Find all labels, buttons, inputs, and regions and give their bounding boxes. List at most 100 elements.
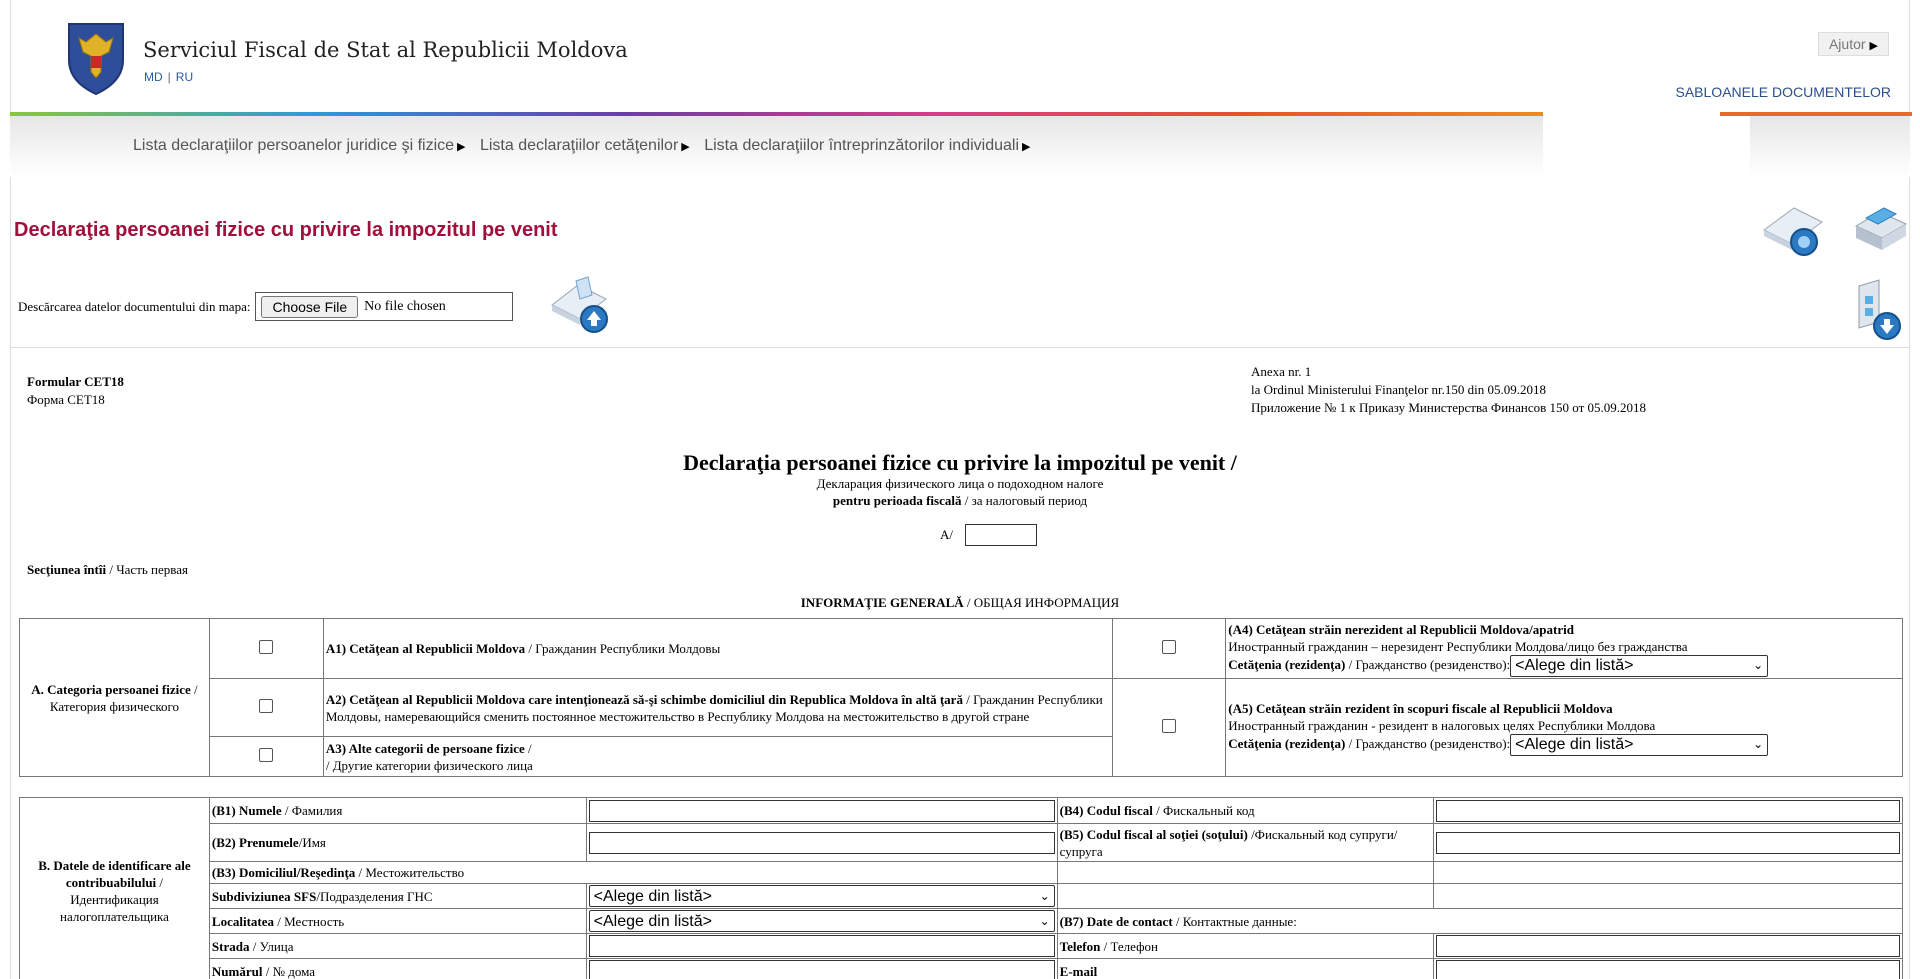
a3-checkbox[interactable] xyxy=(259,747,274,762)
lang-ru-link[interactable]: RU xyxy=(176,70,193,84)
b2-label-ru: /Имя xyxy=(298,835,326,850)
upload-label: Descărcarea datelor documentului din map… xyxy=(18,298,251,314)
a1-label-ru: / Гражданин Республики Молдовы xyxy=(525,641,721,656)
street-label-ru: / Улица xyxy=(249,938,294,954)
annex-line-2: la Ordinul Ministerului Finanţelor nr.15… xyxy=(1251,382,1547,397)
a5-citizenship-select[interactable]: <Alege din listă> ⌄ xyxy=(1510,733,1769,756)
a5-citizenship-bold: Cetăţenia (rezidenţa) xyxy=(1228,735,1346,751)
form-code-ro: Formular CET18 xyxy=(27,374,124,389)
fiscal-code-input[interactable] xyxy=(1436,799,1900,822)
b2-label-bold: (B2) Prenumele xyxy=(211,835,299,850)
nav-menu: Lista declaraţiilor persoanelor juridice… xyxy=(133,137,1040,155)
a4-cell: (A4) Cetăţean străin nerezident al Repub… xyxy=(1225,618,1903,679)
a1-checkbox[interactable] xyxy=(259,639,274,654)
a5-cell: (A5) Cetăţean străin rezident în scopuri… xyxy=(1225,678,1903,777)
email-input[interactable] xyxy=(1436,960,1900,979)
fiscal-year-input[interactable] xyxy=(965,524,1037,546)
b7-label-ru: / Контактные данные: xyxy=(1172,913,1297,929)
period-row: A/ xyxy=(940,524,1037,546)
section-a-table: A. Categoria persoanei fizice / Категори… xyxy=(19,618,1903,777)
general-info-ru: / ОБЩАЯ ИНФОРМАЦИЯ xyxy=(963,595,1120,610)
a2-checkbox[interactable] xyxy=(259,698,274,713)
page-title: Declaraţia persoanei fizice cu privire l… xyxy=(14,219,558,241)
section-a-label-sep: / xyxy=(190,681,198,697)
a4-citizenship-value: <Alege din listă> xyxy=(1515,657,1634,674)
document-templates-link[interactable]: SABLOANELE DOCUMENTELOR xyxy=(1676,84,1892,100)
a5-citizenship-value: <Alege din listă> xyxy=(1515,736,1634,753)
b5-input-cell xyxy=(1433,823,1903,862)
street-label-cell: Strada / Улица xyxy=(208,933,587,959)
b1-label-ru: / Фамилия xyxy=(281,803,343,818)
period-label-bold: pentru perioada fiscală xyxy=(832,493,962,508)
house-number-input[interactable] xyxy=(588,960,1055,979)
a2-label-bold: A2) Cetăţean al Republicii Moldova care … xyxy=(325,691,963,707)
section-a-label-ru: Категория физического xyxy=(49,698,180,714)
preview-icon[interactable] xyxy=(1760,200,1826,263)
help-label: Ajutor xyxy=(1828,36,1866,52)
form-code: Formular CET18 Форма CET18 xyxy=(27,373,124,409)
sfs-subdivision-value: <Alege din listă> xyxy=(593,887,712,905)
sfs-select-cell: <Alege din listă> ⌄ xyxy=(585,883,1058,909)
sfs-subdivision-select[interactable]: <Alege din listă> ⌄ xyxy=(588,885,1055,907)
phone-label-ru: / Телефон xyxy=(1100,938,1158,954)
lang-md-link[interactable]: MD xyxy=(144,70,163,84)
b7-label-cell: (B7) Date de contact / Контактные данные… xyxy=(1056,908,1904,934)
form-code-ru: Форма CET18 xyxy=(27,392,105,407)
site-title: Serviciul Fiscal de Stat al Republicii M… xyxy=(143,38,628,62)
b2-input-cell xyxy=(585,823,1058,862)
locality-select[interactable]: <Alege din listă> ⌄ xyxy=(588,910,1055,932)
a5-label-bold: (A5) Cetăţean străin rezident în scopuri… xyxy=(1228,700,1613,716)
empty-cell xyxy=(1056,883,1435,909)
empty-cell xyxy=(1056,861,1435,884)
choose-file-button[interactable]: Choose File xyxy=(261,295,359,318)
street-label-bold: Strada xyxy=(211,938,250,954)
spouse-fiscal-code-input[interactable] xyxy=(1436,831,1900,854)
language-switch: MD | RU xyxy=(144,70,193,84)
print-icon[interactable] xyxy=(1850,198,1910,261)
phone-label-bold: Telefon xyxy=(1059,938,1101,954)
a1-label-bold: A1) Cetăţean al Republicii Moldova xyxy=(325,641,526,656)
nav-item-entrepreneurs[interactable]: Lista declaraţiilor întreprinzătorilor i… xyxy=(704,137,1030,154)
a4-checkbox-cell xyxy=(1112,618,1227,679)
street-input[interactable] xyxy=(588,935,1055,957)
nav-item-citizens[interactable]: Lista declaraţiilor cetăţenilor ▶ xyxy=(480,137,690,154)
b2-label-cell: (B2) Prenumele/Имя xyxy=(208,823,587,862)
general-info-heading: INFORMAŢIE GENERALĂ / ОБЩАЯ ИНФОРМАЦИЯ xyxy=(0,595,1920,611)
last-name-input[interactable] xyxy=(588,799,1055,822)
upload-icon[interactable] xyxy=(548,275,614,342)
phone-input[interactable] xyxy=(1436,935,1900,957)
b4-label-ru: / Фискальный код xyxy=(1152,803,1255,818)
period-prefix: A/ xyxy=(940,527,953,542)
a3-checkbox-cell xyxy=(208,736,324,777)
form-subtitle-ru: Декларация физического лица о подоходном… xyxy=(816,476,1104,491)
nav-item-legal-and-individual[interactable]: Lista declaraţiilor persoanelor juridice… xyxy=(133,137,466,154)
b4-label-cell: (B4) Codul fiscal / Фискальный код xyxy=(1056,797,1435,824)
a5-checkbox[interactable] xyxy=(1162,718,1177,733)
help-button[interactable]: Ajutor ▶ xyxy=(1817,32,1889,56)
a4-citizenship-select[interactable]: <Alege din listă> ⌄ xyxy=(1510,654,1769,677)
a4-checkbox[interactable] xyxy=(1162,639,1177,654)
a5-citizenship-ru: / Гражданство (резиденство): xyxy=(1345,735,1511,751)
file-status: No file chosen xyxy=(364,298,446,314)
general-info-bold: INFORMAŢIE GENERALĂ xyxy=(800,595,964,610)
empty-cell xyxy=(1433,883,1903,909)
chevron-down-icon: ⌄ xyxy=(1039,913,1050,928)
email-input-cell xyxy=(1433,958,1903,979)
annex-line-1: Anexa nr. 1 xyxy=(1251,364,1312,379)
section-b-table: B. Datele de identificare ale contribuab… xyxy=(19,797,1904,979)
chevron-down-icon: ⌄ xyxy=(1039,888,1050,903)
section-one-bold: Secţiunea întîi xyxy=(27,562,107,577)
locality-label-cell: Localitatea / Местность xyxy=(208,908,587,934)
triangle-right-icon: ▶ xyxy=(1022,141,1031,153)
download-icon[interactable] xyxy=(1853,276,1905,347)
file-input[interactable]: Choose File No file chosen xyxy=(255,292,514,321)
street-input-cell xyxy=(585,933,1058,959)
locality-label-bold: Localitatea xyxy=(211,913,275,929)
b3-label-bold: (B3) Domiciliul/Reşedinţa xyxy=(211,865,356,880)
a3-label-bold: A3) Alte categorii de persoane fizice xyxy=(325,740,525,756)
b7-label-bold: (B7) Date de contact xyxy=(1059,913,1173,929)
coat-of-arms-logo[interactable] xyxy=(61,20,131,96)
first-name-input[interactable] xyxy=(588,831,1055,854)
locality-label-ru: / Местность xyxy=(274,913,345,929)
chevron-down-icon: ⌄ xyxy=(1753,737,1764,751)
